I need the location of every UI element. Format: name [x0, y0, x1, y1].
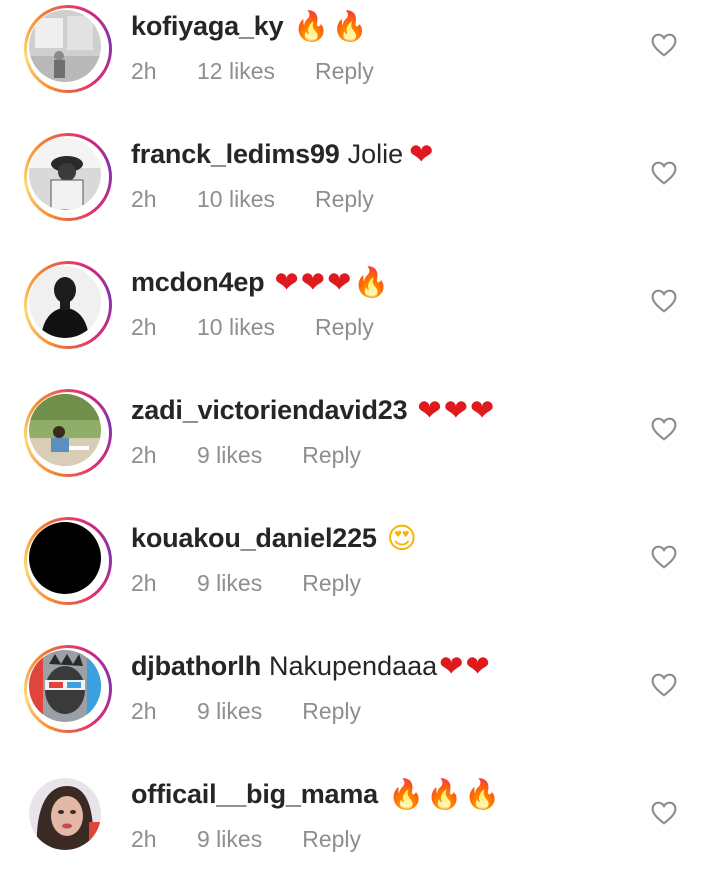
- avatar-story-ring[interactable]: [24, 261, 112, 349]
- comment-text: 😍: [385, 523, 417, 553]
- avatar[interactable]: [29, 650, 101, 722]
- avatar-container[interactable]: [24, 773, 112, 861]
- red-heart-emoji-icon: ❤: [439, 649, 464, 683]
- avatar[interactable]: [29, 266, 101, 338]
- heart-outline-icon[interactable]: [651, 289, 677, 313]
- fire-emoji-icon: 🔥: [293, 9, 330, 43]
- avatar[interactable]: [29, 778, 101, 850]
- comment-username[interactable]: djbathorlh: [131, 649, 261, 683]
- fire-emoji-icon: 🔥: [426, 777, 463, 811]
- comment-username[interactable]: kouakou_daniel225: [131, 521, 377, 555]
- reply-button[interactable]: Reply: [315, 185, 374, 213]
- comment-item: kouakou_daniel225 😍 2h 9 likes Reply: [0, 512, 720, 640]
- comment-timestamp: 2h: [131, 186, 157, 212]
- comment-username[interactable]: zadi_victoriendavid23: [131, 393, 408, 427]
- heart-eyes-emoji-icon: 😍: [386, 521, 417, 555]
- avatar[interactable]: [29, 522, 101, 594]
- avatar-story-ring[interactable]: [24, 5, 112, 93]
- heart-outline-icon[interactable]: [651, 417, 677, 441]
- fire-emoji-icon: 🔥: [388, 777, 425, 811]
- avatar[interactable]: [29, 10, 101, 82]
- comment-timestamp: 2h: [131, 826, 157, 852]
- comment-item: officail__big_mama 🔥 🔥 🔥 2h 9 likes Repl…: [0, 768, 720, 896]
- reply-button[interactable]: Reply: [315, 313, 374, 341]
- comment-likes-count[interactable]: 9 likes: [197, 569, 262, 597]
- comment-timestamp: 2h: [131, 314, 157, 340]
- comment-item: zadi_victoriendavid23 ❤ ❤ ❤ 2h 9 likes R…: [0, 384, 720, 512]
- red-heart-emoji-icon: ❤: [465, 649, 490, 683]
- red-heart-emoji-icon: ❤: [409, 137, 434, 171]
- comment-text: ❤ ❤ ❤ 🔥: [272, 267, 389, 297]
- avatar[interactable]: [29, 394, 101, 466]
- comment-username[interactable]: franck_ledims99: [131, 137, 340, 171]
- reply-button[interactable]: Reply: [302, 825, 361, 853]
- red-heart-emoji-icon: ❤: [417, 393, 442, 427]
- red-heart-emoji-icon: ❤: [300, 265, 326, 299]
- comment-username[interactable]: mcdon4ep: [131, 265, 265, 299]
- reply-button[interactable]: Reply: [315, 57, 374, 85]
- red-heart-emoji-icon: ❤: [443, 393, 469, 427]
- red-heart-emoji-icon: ❤: [274, 265, 299, 299]
- heart-outline-icon[interactable]: [651, 161, 677, 185]
- fire-emoji-icon: 🔥: [331, 9, 368, 43]
- avatar-story-ring[interactable]: [24, 517, 112, 605]
- fire-emoji-icon: 🔥: [464, 777, 501, 811]
- comments-list: kofiyaga_ky 🔥 🔥 2h 12 likes Reply franck…: [0, 0, 720, 882]
- red-heart-emoji-icon: ❤: [470, 393, 495, 427]
- comment-text: Jolie ❤: [347, 137, 434, 171]
- comment-item: franck_ledims99 Jolie ❤ 2h 10 likes Repl…: [0, 128, 720, 256]
- comment-username[interactable]: kofiyaga_ky: [131, 9, 284, 43]
- fire-emoji-icon: 🔥: [353, 265, 390, 299]
- comment-text: 🔥 🔥: [291, 11, 367, 41]
- comment-likes-count[interactable]: 12 likes: [197, 57, 275, 85]
- heart-outline-icon[interactable]: [651, 545, 677, 569]
- comment-likes-count[interactable]: 9 likes: [197, 697, 262, 725]
- comment-item: mcdon4ep ❤ ❤ ❤ 🔥 2h 10 likes Reply: [0, 256, 720, 384]
- comment-text: Nakupendaaa ❤ ❤: [268, 649, 490, 683]
- avatar-story-ring[interactable]: [24, 133, 112, 221]
- heart-outline-icon[interactable]: [651, 801, 677, 825]
- comment-username[interactable]: officail__big_mama: [131, 777, 378, 811]
- reply-button[interactable]: Reply: [302, 697, 361, 725]
- comment-text: ❤ ❤ ❤: [415, 395, 494, 425]
- comment-timestamp: 2h: [131, 442, 157, 468]
- comment-likes-count[interactable]: 9 likes: [197, 441, 262, 469]
- comment-likes-count[interactable]: 10 likes: [197, 185, 275, 213]
- comment-likes-count[interactable]: 10 likes: [197, 313, 275, 341]
- heart-outline-icon[interactable]: [651, 673, 677, 697]
- comment-item: kofiyaga_ky 🔥 🔥 2h 12 likes Reply: [0, 0, 720, 128]
- reply-button[interactable]: Reply: [302, 441, 361, 469]
- comment-item: djbathorlh Nakupendaaa ❤ ❤ 2h 9 likes Re…: [0, 640, 720, 768]
- avatar-story-ring[interactable]: [24, 645, 112, 733]
- comment-text: 🔥 🔥 🔥: [386, 779, 500, 809]
- avatar[interactable]: [29, 138, 101, 210]
- red-heart-emoji-icon: ❤: [327, 265, 352, 299]
- comment-timestamp: 2h: [131, 570, 157, 596]
- comment-timestamp: 2h: [131, 58, 157, 84]
- reply-button[interactable]: Reply: [302, 569, 361, 597]
- heart-outline-icon[interactable]: [651, 33, 677, 57]
- comment-likes-count[interactable]: 9 likes: [197, 825, 262, 853]
- avatar-story-ring[interactable]: [24, 389, 112, 477]
- comment-timestamp: 2h: [131, 698, 157, 724]
